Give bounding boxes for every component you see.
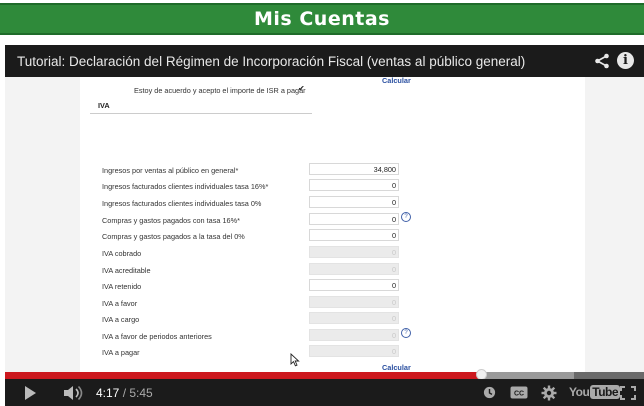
mouse-cursor-icon xyxy=(290,353,300,367)
youtube-logo-you: You xyxy=(569,385,590,399)
row-label: IVA a favor de periodos anteriores xyxy=(102,332,212,341)
info-icon[interactable]: i xyxy=(617,52,634,69)
row-label: IVA acreditable xyxy=(102,266,151,275)
captions-button[interactable]: CC xyxy=(507,379,531,406)
volume-button[interactable] xyxy=(59,379,89,406)
video-player[interactable]: Calcular Estoy de acuerdo y acepto el im… xyxy=(5,45,644,406)
iva-divider xyxy=(90,113,312,114)
row-label: IVA retenido xyxy=(102,282,142,291)
banner-title: Mis Cuentas xyxy=(254,8,390,30)
time-separator: / xyxy=(119,386,130,400)
row-label: Compras y gastos pagados con tasa 16%* xyxy=(102,216,240,225)
row-input: 0 xyxy=(309,229,399,241)
row-input: 0 xyxy=(309,312,399,324)
row-label: Ingresos facturados clientes individuale… xyxy=(102,182,269,191)
youtube-logo[interactable]: You Tube xyxy=(569,385,621,399)
top-calcular-link: Calcular xyxy=(382,76,411,85)
calcular-link: Calcular xyxy=(382,363,411,372)
banner-bar: Mis Cuentas xyxy=(0,3,644,35)
play-icon xyxy=(25,385,36,400)
row-input: 0 xyxy=(309,345,399,357)
svg-text:CC: CC xyxy=(514,391,524,398)
fullscreen-button[interactable] xyxy=(617,379,639,406)
row-label: Ingresos por ventas al público en genera… xyxy=(102,166,239,175)
time-display: 4:17 / 5:45 xyxy=(96,386,153,400)
help-icon: ? xyxy=(401,328,411,338)
row-label: IVA a favor xyxy=(102,299,138,308)
video-frame-form: Calcular Estoy de acuerdo y acepto el im… xyxy=(80,76,585,377)
player-titlebar: Tutorial: Declaración del Régimen de Inc… xyxy=(5,45,644,77)
time-total: 5:45 xyxy=(129,386,153,400)
share-icon[interactable] xyxy=(594,53,610,69)
row-label: IVA a pagar xyxy=(102,348,140,357)
volume-icon xyxy=(64,385,83,400)
isr-agree-label: Estoy de acuerdo y acepto el importe de … xyxy=(134,86,306,95)
row-input: 0 xyxy=(309,213,399,225)
play-button[interactable] xyxy=(15,379,45,406)
row-label: IVA cobrado xyxy=(102,249,142,258)
time-current: 4:17 xyxy=(96,386,120,400)
player-controls: 4:17 / 5:45 CC You Tube xyxy=(5,379,644,406)
watch-later-button[interactable] xyxy=(479,379,499,406)
fullscreen-icon xyxy=(620,385,636,400)
row-input: 0 xyxy=(309,246,399,258)
row-input: 34,800 xyxy=(309,163,399,175)
isr-agree-check: ✔ xyxy=(298,84,305,93)
row-input: 0 xyxy=(309,329,399,341)
clock-icon xyxy=(483,386,495,399)
row-input: 0 xyxy=(309,196,399,208)
progress-played xyxy=(5,372,482,379)
progress-bar[interactable] xyxy=(5,369,644,380)
row-input: 0 xyxy=(309,179,399,191)
video-title[interactable]: Tutorial: Declaración del Régimen de Inc… xyxy=(5,54,525,69)
row-input: 0 xyxy=(309,279,399,291)
cc-icon: CC xyxy=(510,386,528,399)
site-banner: Mis Cuentas xyxy=(0,0,644,38)
iva-header: IVA xyxy=(98,101,110,110)
gear-icon xyxy=(541,385,557,400)
settings-button[interactable] xyxy=(537,379,561,406)
row-input: 0 xyxy=(309,296,399,308)
help-icon: ? xyxy=(401,212,411,222)
row-label: IVA a cargo xyxy=(102,315,140,324)
row-label: Compras y gastos pagados a la tasa del 0… xyxy=(102,232,245,241)
row-input: 0 xyxy=(309,263,399,275)
row-label: Ingresos facturados clientes individuale… xyxy=(102,199,262,208)
youtube-logo-tube: Tube xyxy=(590,385,621,399)
